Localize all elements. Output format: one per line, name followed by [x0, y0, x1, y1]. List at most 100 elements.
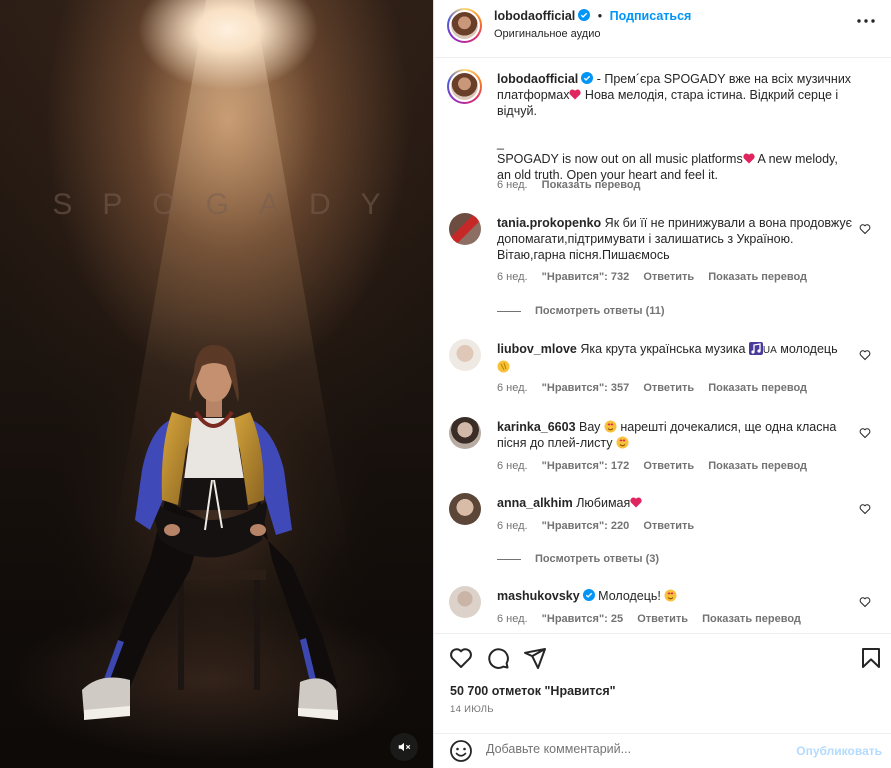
caption-meta: 6 нед. Показать перевод [497, 179, 651, 191]
post-header: lobodaofficial • Подписаться Оригинально… [434, 0, 891, 58]
comment-likes-count[interactable]: "Нравится": 25 [542, 613, 623, 625]
comment-avatar[interactable] [449, 493, 481, 525]
like-comment-heart-icon[interactable] [859, 349, 871, 361]
verified-badge-icon [581, 72, 594, 84]
comment-time: 6 нед. [497, 460, 528, 472]
comment-bubble-icon[interactable] [486, 646, 510, 670]
more-options-button[interactable] [854, 11, 878, 31]
flag-ua-text: UA [762, 345, 777, 356]
comment-text: Яка крута українська музика [580, 342, 749, 356]
verified-badge-icon [582, 589, 595, 601]
comment-username[interactable]: tania.prokopenko [497, 216, 601, 230]
caption-story-ring[interactable] [447, 69, 482, 104]
header-username[interactable]: lobodaofficial [494, 9, 575, 23]
comment-translate-link[interactable]: Показать перевод [708, 271, 807, 283]
caption-translate-link[interactable]: Показать перевод [542, 179, 641, 191]
post-date[interactable]: 14 ИЮЛЬ [450, 704, 494, 715]
seated-singer-illustration [45, 310, 385, 730]
add-comment-bar: Опубликовать [434, 733, 891, 768]
comment-avatar[interactable] [449, 339, 481, 371]
star-struck-emoji-icon [616, 436, 629, 449]
comment-username[interactable]: anna_alkhim [497, 496, 573, 510]
red-heart-emoji-icon [630, 497, 642, 508]
comment-reply-button[interactable]: Ответить [643, 460, 694, 472]
like-comment-heart-icon[interactable] [859, 223, 871, 235]
comment-reply-button[interactable]: Ответить [637, 613, 688, 625]
comment-item: mashukovsky Молодець! 6 нед. "Нравится":… [449, 586, 879, 633]
comment-item: karinka_6603 Вау нарешті дочекалися, ще … [449, 417, 879, 477]
verified-badge-icon [578, 9, 591, 21]
caption-time: 6 нед. [497, 179, 528, 191]
like-comment-heart-icon[interactable] [859, 596, 871, 608]
view-replies-label: Посмотреть ответы (11) [535, 305, 665, 317]
header-separator: • [597, 9, 603, 23]
like-heart-icon[interactable] [449, 646, 473, 670]
post-caption: lobodaofficial - Прем´єра SPOGADY вже на… [447, 69, 879, 199]
comment-reply-button[interactable]: Ответить [643, 382, 694, 394]
comment-text: Любимая [576, 496, 631, 510]
comment-time: 6 нед. [497, 382, 528, 394]
comment-username[interactable]: karinka_6603 [497, 420, 576, 434]
comment-text-end: молодець [776, 342, 838, 356]
like-comment-heart-icon[interactable] [859, 503, 871, 515]
comment-likes-count[interactable]: "Нравится": 732 [542, 271, 630, 283]
post-sidebar: lobodaofficial • Подписаться Оригинально… [433, 0, 891, 768]
comment-username[interactable]: liubov_mlove [497, 342, 577, 356]
comment-meta: 6 нед. "Нравится": 357 Ответить Показать… [497, 382, 818, 394]
clapping-hands-emoji-icon [497, 360, 510, 373]
speaker-muted-icon [398, 742, 411, 752]
view-replies-button[interactable]: Посмотреть ответы (3) [497, 553, 659, 565]
replies-line [497, 558, 521, 560]
comment-translate-link[interactable]: Показать перевод [708, 382, 807, 394]
comment-time: 6 нед. [497, 520, 528, 532]
comment-time: 6 нед. [497, 271, 528, 283]
view-replies-button[interactable]: Посмотреть ответы (11) [497, 305, 665, 317]
mute-toggle-button[interactable] [390, 733, 418, 761]
comment-meta: 6 нед. "Нравится": 220 Ответить [497, 520, 705, 532]
caption-text-2b: Нова мелодія, стара істина. Відкрий серц… [581, 88, 839, 102]
caption-text-2a: платформах [497, 88, 570, 102]
save-bookmark-icon[interactable] [859, 646, 883, 670]
comment-item: liubov_mlove Яка крута українська музика… [449, 339, 879, 399]
replies-line [497, 310, 521, 312]
comment-translate-link[interactable]: Показать перевод [702, 613, 801, 625]
story-ring[interactable] [447, 8, 482, 43]
comment-reply-button[interactable]: Ответить [643, 520, 694, 532]
comment-meta: 6 нед. "Нравится": 172 Ответить Показать… [497, 460, 818, 472]
star-struck-emoji-icon [664, 589, 677, 602]
original-audio-link[interactable]: Оригинальное аудио [494, 28, 601, 40]
comment-avatar[interactable] [449, 417, 481, 449]
avatar[interactable] [451, 12, 478, 39]
publish-button[interactable]: Опубликовать [796, 744, 882, 758]
music-notes-emoji-icon [748, 342, 763, 355]
share-paper-plane-icon[interactable] [523, 646, 547, 670]
emoji-smiley-icon[interactable] [449, 739, 473, 763]
red-heart-emoji-icon [569, 89, 582, 100]
comment-reply-button[interactable]: Ответить [643, 271, 694, 283]
comment-likes-count[interactable]: "Нравится": 357 [542, 382, 630, 394]
post-media[interactable]: SPOGADY [0, 0, 433, 768]
comment-text: Молодець! [598, 589, 665, 603]
comment-avatar[interactable] [449, 213, 481, 245]
caption-text-5a: SPOGADY is now out on all music platform… [497, 152, 743, 166]
more-horizontal-icon [857, 19, 875, 23]
caption-username[interactable]: lobodaofficial [497, 72, 578, 86]
comments-list[interactable]: lobodaofficial - Прем´єра SPOGADY вже на… [434, 59, 891, 633]
comment-translate-link[interactable]: Показать перевод [708, 460, 807, 472]
like-comment-heart-icon[interactable] [859, 427, 871, 439]
comment-text: Вау [579, 420, 604, 434]
comment-item: tania.prokopenko Як би її не принижували… [449, 213, 879, 323]
comment-avatar[interactable] [449, 586, 481, 618]
red-heart-emoji-icon [743, 153, 755, 164]
comment-likes-count[interactable]: "Нравится": 172 [542, 460, 630, 472]
caption-avatar[interactable] [451, 73, 478, 100]
caption-text-3: відчуй. [497, 104, 537, 118]
caption-text-5b: A new melody, [754, 152, 838, 166]
comment-username[interactable]: mashukovsky [497, 589, 580, 603]
comment-likes-count[interactable]: "Нравится": 220 [542, 520, 630, 532]
comment-input[interactable] [486, 742, 786, 756]
view-replies-label: Посмотреть ответы (3) [535, 553, 660, 565]
follow-button[interactable]: Подписаться [610, 9, 692, 23]
likes-count[interactable]: 50 700 отметок "Нравится" [450, 684, 616, 698]
comment-meta: 6 нед. "Нравится": 25 Ответить Показать … [497, 613, 812, 625]
